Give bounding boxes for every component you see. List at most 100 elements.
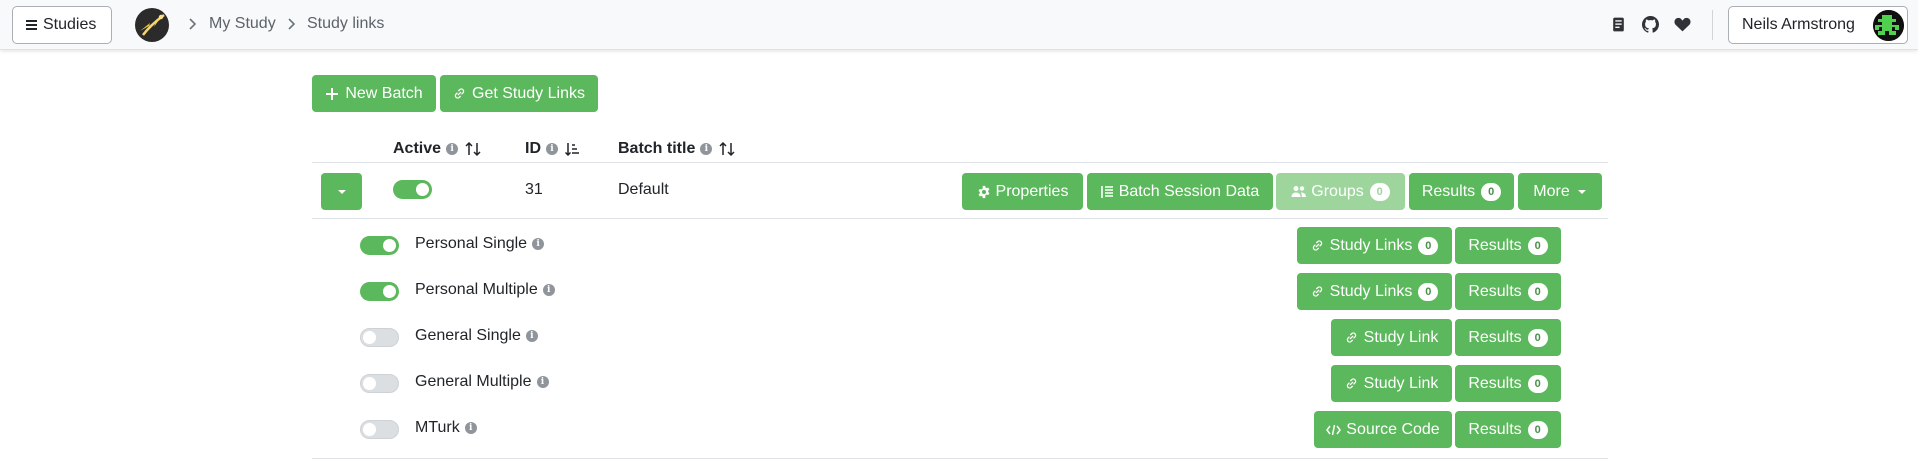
link-type-personal-multiple: Personal Multiple i xyxy=(415,281,555,299)
personal-single-study-links-button[interactable]: Study Links 0 xyxy=(1297,227,1452,264)
results-count-badge: 0 xyxy=(1527,374,1548,393)
results-count-badge: 0 xyxy=(1527,236,1548,255)
info-icon[interactable]: i xyxy=(464,422,477,434)
batch-id: 31 xyxy=(525,181,543,198)
study-links-label: Study Links xyxy=(1329,282,1413,300)
table-bottom-divider xyxy=(312,458,1608,459)
jatos-logo[interactable] xyxy=(134,7,170,43)
link-type-name: Personal Multiple xyxy=(415,281,538,298)
study-link-label: Study Link xyxy=(1363,374,1439,392)
study-link-label: Study Link xyxy=(1363,328,1439,346)
personal-multiple-study-links-button[interactable]: Study Links 0 xyxy=(1297,273,1452,310)
link-icon xyxy=(1346,332,1356,343)
info-icon[interactable]: i xyxy=(542,284,555,296)
documentation-icon[interactable] xyxy=(1610,16,1627,33)
toggle-knob xyxy=(363,331,376,344)
column-header-active[interactable]: Active i xyxy=(393,140,482,158)
general-multiple-study-link-button[interactable]: Study Link xyxy=(1331,365,1452,402)
general-single-toggle[interactable] xyxy=(360,328,399,347)
sort-icon[interactable] xyxy=(718,141,736,157)
active-header-label: Active xyxy=(393,140,442,157)
link-type-name: MTurk xyxy=(415,419,460,436)
results-label: Results xyxy=(1468,374,1522,392)
info-icon[interactable]: i xyxy=(536,376,549,388)
column-header-batch-title[interactable]: Batch title i xyxy=(618,140,736,158)
general-single-results-button[interactable]: Results 0 xyxy=(1455,319,1561,356)
link-type-name: Personal Single xyxy=(415,235,528,252)
navbar-divider xyxy=(1712,10,1713,40)
results-count-badge: 0 xyxy=(1527,420,1548,439)
info-icon[interactable]: i xyxy=(700,143,713,155)
results-label: Results xyxy=(1468,328,1522,346)
list-icon xyxy=(1100,185,1113,198)
personal-multiple-results-button[interactable]: Results 0 xyxy=(1455,273,1561,310)
heart-icon[interactable] xyxy=(1674,16,1691,33)
new-batch-label: New Batch xyxy=(345,84,423,102)
batch-session-data-button[interactable]: Batch Session Data xyxy=(1087,173,1273,210)
personal-single-results-button[interactable]: Results 0 xyxy=(1455,227,1561,264)
link-icon xyxy=(1312,240,1322,251)
user-name: Neils Armstrong xyxy=(1742,16,1855,33)
results-count-badge: 0 xyxy=(1527,282,1548,301)
new-batch-button[interactable]: New Batch xyxy=(312,75,436,112)
studies-menu-button[interactable]: Studies xyxy=(12,6,112,44)
batch-title-header-label: Batch title xyxy=(618,140,696,157)
column-header-id[interactable]: ID i xyxy=(525,140,582,158)
info-icon[interactable]: i xyxy=(446,143,459,155)
personal-single-toggle[interactable] xyxy=(360,236,399,255)
breadcrumb-study[interactable]: My Study xyxy=(209,15,276,33)
groups-label: Groups xyxy=(1311,182,1364,200)
toggle-knob xyxy=(363,423,376,436)
results-count-badge: 0 xyxy=(1481,182,1502,201)
mturk-results-button[interactable]: Results 0 xyxy=(1455,411,1561,448)
header-divider xyxy=(312,162,1608,163)
general-multiple-toggle[interactable] xyxy=(360,374,399,393)
more-label: More xyxy=(1533,182,1570,200)
info-icon[interactable]: i xyxy=(525,330,538,342)
results-label: Results xyxy=(1468,236,1522,254)
id-header-label: ID xyxy=(525,140,541,157)
link-type-name: General Single xyxy=(415,327,521,344)
toggle-knob xyxy=(363,377,376,390)
study-links-label: Study Links xyxy=(1329,236,1413,254)
people-icon xyxy=(1291,186,1307,197)
personal-multiple-toggle[interactable] xyxy=(360,282,399,301)
batch-title: Default xyxy=(618,181,669,198)
batch-more-dropdown[interactable]: More xyxy=(1518,173,1602,210)
studies-label: Studies xyxy=(43,16,97,33)
github-icon[interactable] xyxy=(1642,16,1659,33)
batch-active-toggle[interactable] xyxy=(393,180,432,199)
mturk-toggle[interactable] xyxy=(360,420,399,439)
user-menu-button[interactable]: Neils Armstrong xyxy=(1728,6,1908,44)
gear-icon xyxy=(978,185,989,198)
general-multiple-results-button[interactable]: Results 0 xyxy=(1455,365,1561,402)
link-icon xyxy=(454,88,465,99)
get-study-links-label: Get Study Links xyxy=(472,84,585,102)
info-icon[interactable]: i xyxy=(546,143,558,155)
caret-down-icon xyxy=(1577,189,1586,194)
groups-count-badge: 0 xyxy=(1369,182,1390,201)
expand-batch-button[interactable] xyxy=(321,173,362,210)
link-type-general-single: General Single i xyxy=(415,327,538,345)
mturk-source-code-button[interactable]: Source Code xyxy=(1314,411,1452,448)
code-icon xyxy=(1326,424,1342,435)
batch-row-divider xyxy=(312,218,1608,219)
results-label: Results xyxy=(1468,282,1522,300)
general-single-study-link-button[interactable]: Study Link xyxy=(1331,319,1452,356)
breadcrumb-study-links: Study links xyxy=(307,15,385,32)
session-data-label: Batch Session Data xyxy=(1118,182,1260,200)
hamburger-icon xyxy=(26,20,37,30)
sort-icon[interactable] xyxy=(464,141,482,157)
results-label: Results xyxy=(1468,420,1522,438)
info-icon[interactable]: i xyxy=(532,238,545,250)
get-study-links-button[interactable]: Get Study Links xyxy=(440,75,598,112)
top-navbar: Studies My Study Study links Neils Armst… xyxy=(0,0,1918,50)
sort-ascending-icon[interactable] xyxy=(564,141,582,157)
plus-icon xyxy=(326,87,339,100)
user-avatar xyxy=(1873,10,1904,41)
study-links-count-badge: 0 xyxy=(1418,282,1439,301)
link-type-mturk: MTurk i xyxy=(415,419,477,437)
link-icon xyxy=(1312,286,1322,297)
batch-properties-button[interactable]: Properties xyxy=(962,173,1083,210)
batch-results-button[interactable]: Results 0 xyxy=(1409,173,1514,210)
